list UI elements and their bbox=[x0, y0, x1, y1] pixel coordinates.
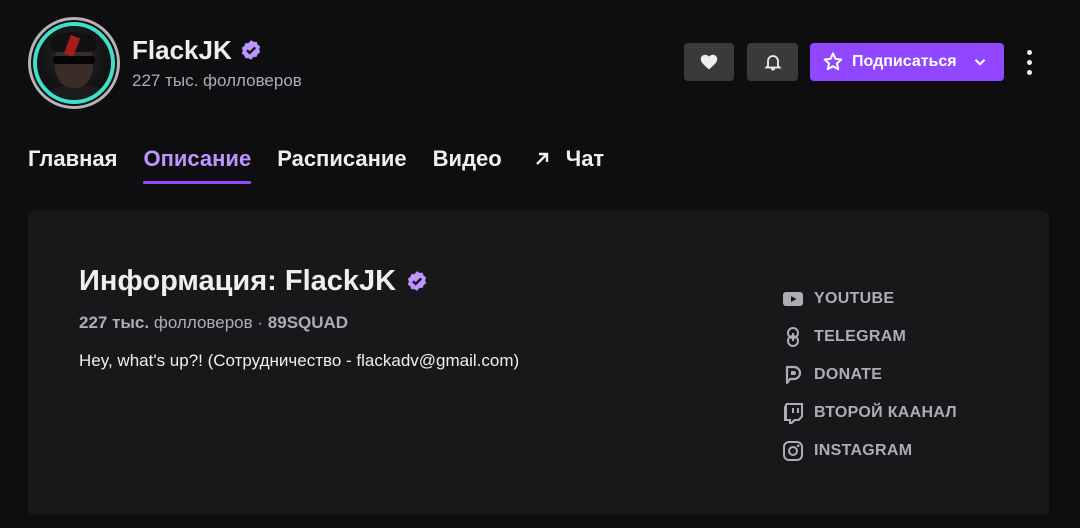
social-link-youtube[interactable]: YOUTUBE bbox=[782, 287, 957, 311]
about-title: Информация: FlackJK bbox=[79, 265, 397, 297]
subscribe-button[interactable]: Подписаться bbox=[810, 43, 1004, 81]
follower-count: 227 тыс. фолловеров bbox=[132, 71, 302, 90]
stats-separator: · bbox=[257, 313, 264, 332]
about-stats: 227 тыс. фолловеров · 89SQUAD bbox=[79, 313, 348, 333]
about-panel: Информация: FlackJK 227 тыс. фолловеров … bbox=[28, 211, 1049, 515]
youtube-icon bbox=[783, 292, 803, 306]
more-vertical-icon bbox=[1026, 49, 1032, 55]
follow-button[interactable] bbox=[684, 43, 734, 81]
tab-home[interactable]: Главная bbox=[28, 144, 117, 186]
channel-header: FlackJK 227 тыс. фолловеров Подписаться bbox=[0, 0, 1080, 125]
verified-badge-icon bbox=[241, 40, 260, 60]
followers-word: фолловеров bbox=[153, 313, 253, 332]
social-link-telegram[interactable]: TELEGRAM bbox=[782, 325, 957, 349]
channel-name-row: FlackJK bbox=[132, 34, 262, 66]
social-link-instagram[interactable]: INSTAGRAM bbox=[782, 439, 957, 463]
verified-badge-icon bbox=[407, 271, 427, 291]
donationalerts-icon bbox=[785, 365, 802, 385]
star-icon bbox=[823, 52, 843, 71]
about-title-row: Информация: FlackJK bbox=[79, 263, 428, 299]
instagram-icon bbox=[783, 441, 803, 461]
team-link[interactable]: 89SQUAD bbox=[268, 313, 348, 332]
external-arrow-icon bbox=[535, 152, 548, 165]
bell-icon bbox=[763, 55, 782, 71]
social-link-donate[interactable]: DONATE bbox=[782, 363, 957, 387]
chevron-down-icon bbox=[974, 59, 985, 66]
avatar-image bbox=[33, 22, 115, 104]
notifications-button[interactable] bbox=[747, 43, 798, 81]
avatar[interactable] bbox=[28, 17, 120, 109]
subscribe-label: Подписаться bbox=[852, 53, 957, 70]
link-icon bbox=[787, 327, 799, 347]
tab-videos[interactable]: Видео bbox=[433, 144, 502, 186]
twitch-icon bbox=[784, 403, 803, 424]
channel-bio: Hey, what's up?! (Сотрудничество - flack… bbox=[79, 351, 520, 370]
channel-name[interactable]: FlackJK bbox=[132, 34, 232, 66]
followers-count: 227 тыс. bbox=[79, 313, 150, 332]
more-options-button[interactable] bbox=[1019, 47, 1039, 77]
channel-tabs: Главная Описание Расписание Видео Чат bbox=[28, 144, 604, 188]
heart-icon bbox=[700, 54, 718, 70]
tab-chat[interactable]: Чат bbox=[528, 144, 604, 186]
tab-about[interactable]: Описание bbox=[143, 144, 251, 186]
social-links: YOUTUBE TELEGRAM DONATE ВТОРОЙ КААНАЛ IN… bbox=[782, 287, 957, 463]
tab-schedule[interactable]: Расписание bbox=[277, 144, 406, 186]
social-link-second-channel[interactable]: ВТОРОЙ КААНАЛ bbox=[782, 401, 957, 425]
